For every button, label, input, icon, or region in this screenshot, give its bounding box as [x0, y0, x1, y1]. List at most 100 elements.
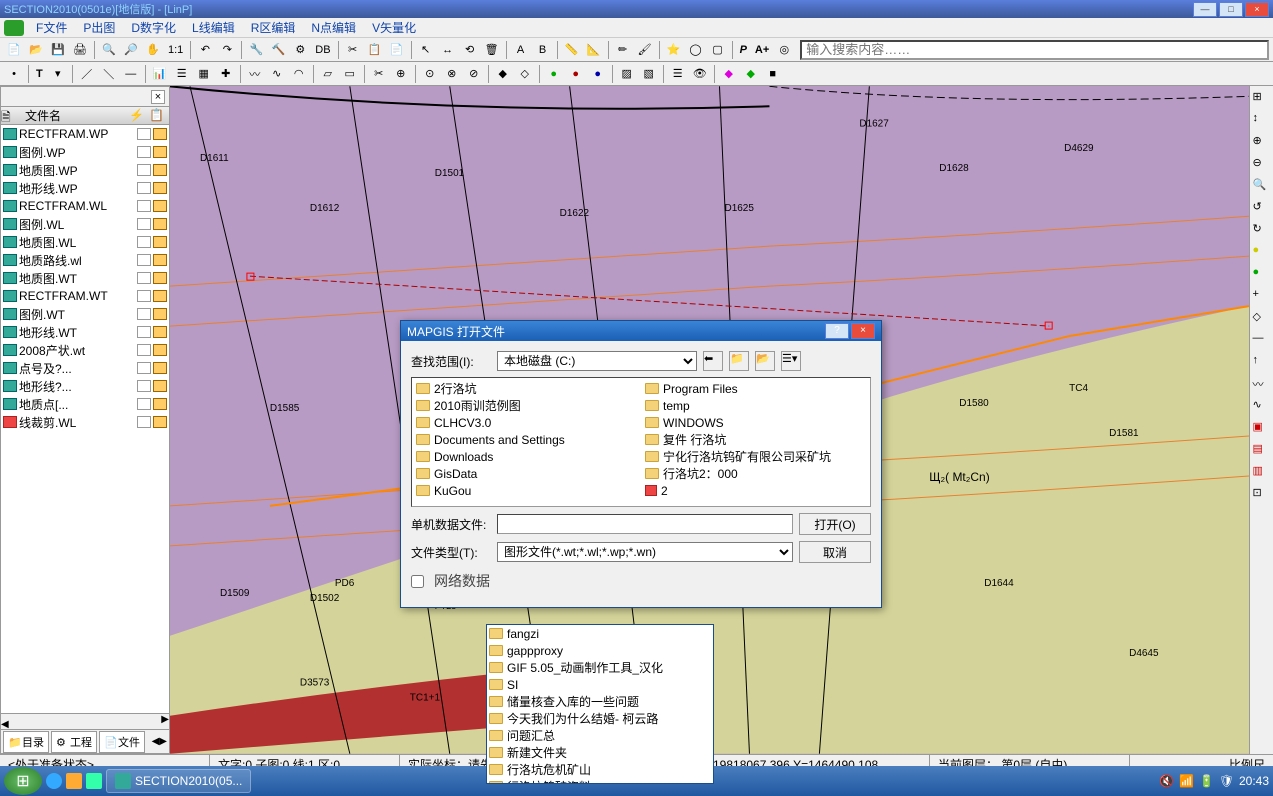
file-row[interactable]: RECTFRAM.WP — [1, 125, 169, 143]
dropdown-item[interactable]: 行洛坑钨矿资料 — [487, 778, 713, 784]
rtool-2-icon[interactable]: ↕ — [1253, 112, 1271, 130]
browser-folder[interactable]: CLHCV3.0 — [414, 414, 639, 431]
nav-view-icon[interactable]: ☰▾ — [781, 351, 801, 371]
tray-icon-2[interactable]: 📶 — [1179, 774, 1193, 788]
dropdown-item[interactable]: 储量核查入库的一些问题 — [487, 693, 713, 710]
list-icon[interactable]: ☰ — [172, 64, 192, 84]
dropdown-item[interactable]: fangzi — [487, 625, 713, 642]
file-row[interactable]: 地形线?... — [1, 377, 169, 395]
poly-icon[interactable]: ▱ — [318, 64, 338, 84]
copy-icon[interactable]: 📋 — [365, 40, 385, 60]
rect-icon[interactable]: ▭ — [340, 64, 360, 84]
file-row[interactable]: 图例.WP — [1, 143, 169, 161]
select-icon[interactable]: ↖ — [416, 40, 436, 60]
node1-icon[interactable]: ◆ — [493, 64, 513, 84]
tray-clock[interactable]: 20:43 — [1239, 774, 1269, 788]
file-list[interactable]: RECTFRAM.WP 图例.WP 地质图.WP 地形线.WP RECTFRAM… — [1, 125, 169, 713]
browser-folder[interactable]: 行洛坑2：000 — [643, 465, 868, 482]
dropdown-item[interactable]: 今天我们为什么结婚- 柯云路 — [487, 710, 713, 727]
square-icon[interactable]: ▢ — [708, 40, 728, 60]
rtool-1-icon[interactable]: ⊞ — [1253, 90, 1271, 108]
snap1-icon[interactable]: ⊙ — [420, 64, 440, 84]
circle-icon[interactable]: ◯ — [686, 40, 706, 60]
move-icon[interactable]: ↔ — [438, 40, 458, 60]
search-input[interactable] — [800, 40, 1269, 60]
browser-folder[interactable]: WINDOWS — [643, 414, 868, 431]
dialog-titlebar[interactable]: MAPGIS 打开文件 ? × — [401, 321, 881, 341]
start-button[interactable]: ⊞ — [4, 767, 42, 795]
dialog-help-button[interactable]: ? — [825, 323, 849, 339]
file-row[interactable]: RECTFRAM.WL — [1, 197, 169, 215]
curve1-icon[interactable]: 〰 — [245, 64, 265, 84]
rtool-12-icon[interactable]: ⊡ — [1253, 486, 1271, 504]
db-label[interactable]: DB — [312, 44, 333, 56]
ratio-label[interactable]: 1:1 — [165, 44, 186, 56]
rtool-6-icon[interactable]: ↺ — [1253, 200, 1271, 218]
save-icon[interactable]: 💾 — [48, 40, 68, 60]
browser-folder[interactable]: 2行洛坑 — [414, 380, 639, 397]
rtool-green-icon[interactable]: ● — [1253, 266, 1271, 284]
taskbar-app-icon[interactable] — [66, 773, 82, 789]
netdata-checkbox[interactable] — [411, 575, 424, 588]
taskbar-app2-icon[interactable] — [86, 773, 102, 789]
aplus-label[interactable]: A+ — [752, 44, 772, 56]
line1-icon[interactable]: ／ — [77, 64, 97, 84]
tab-project[interactable]: ⚙工程 — [51, 731, 97, 753]
browser-file[interactable]: 2 — [643, 482, 868, 499]
chart-icon[interactable]: 📊 — [150, 64, 170, 84]
fill1-icon[interactable]: ▨ — [617, 64, 637, 84]
maximize-button[interactable]: □ — [1219, 2, 1243, 17]
file-row[interactable]: 地形线.WP — [1, 179, 169, 197]
menu-line-edit[interactable]: L线编辑 — [184, 17, 243, 38]
tab-file[interactable]: 📄文件 — [99, 731, 145, 753]
angle-icon[interactable]: 📐 — [584, 40, 604, 60]
nav-up-icon[interactable]: 📁 — [729, 351, 749, 371]
grid-icon[interactable]: ▦ — [194, 64, 214, 84]
green1-icon[interactable]: ● — [544, 64, 564, 84]
dropdown-item[interactable]: GIF 5.05_动画制作工具_汉化 — [487, 659, 713, 676]
snap3-icon[interactable]: ⊘ — [464, 64, 484, 84]
cancel-button[interactable]: 取消 — [799, 541, 871, 563]
rtool-red2-icon[interactable]: ▤ — [1253, 442, 1271, 460]
rtool-yellow-icon[interactable]: ● — [1253, 244, 1271, 262]
rtool-red3-icon[interactable]: ▥ — [1253, 464, 1271, 482]
eye-icon[interactable]: 👁 — [690, 64, 710, 84]
zoom-out-icon[interactable]: 🔎 — [121, 40, 141, 60]
file-row[interactable]: 地形线.WT — [1, 323, 169, 341]
point-icon[interactable]: • — [4, 64, 24, 84]
measure-icon[interactable]: 📏 — [562, 40, 582, 60]
rotate-icon[interactable]: ⟲ — [460, 40, 480, 60]
browser-folder[interactable]: Program Files — [643, 380, 868, 397]
filename-input[interactable] — [497, 514, 793, 534]
rtool-7-icon[interactable]: ↻ — [1253, 222, 1271, 240]
browser-folder[interactable]: Documents and Settings — [414, 431, 639, 448]
browser-folder[interactable]: GisData — [414, 465, 639, 482]
pink-icon[interactable]: ◆ — [719, 64, 739, 84]
zoom-icon[interactable]: 🔍 — [99, 40, 119, 60]
pencil-icon[interactable]: ✏ — [613, 40, 633, 60]
dropdown-item[interactable]: SI — [487, 676, 713, 693]
curve2-icon[interactable]: ∿ — [267, 64, 287, 84]
node2-icon[interactable]: ◇ — [515, 64, 535, 84]
rtool-5-icon[interactable]: 🔍 — [1253, 178, 1271, 196]
tray-icon-4[interactable]: 🛡 — [1219, 774, 1233, 788]
menu-vectorize[interactable]: V矢量化 — [364, 17, 424, 38]
tool-b-icon[interactable]: B — [533, 40, 553, 60]
scissors-icon[interactable]: ✂ — [369, 64, 389, 84]
layer-icon[interactable]: ☰ — [668, 64, 688, 84]
taskbar-app-button[interactable]: SECTION2010(05... — [106, 769, 251, 793]
dialog-close-button[interactable]: × — [851, 323, 875, 339]
browser-folder[interactable]: 宁化行洛坑钨矿有限公司采矿坑 — [643, 448, 868, 465]
menu-point-edit[interactable]: N点编辑 — [303, 17, 364, 38]
dropdown-item[interactable]: 行洛坑危机矿山 — [487, 761, 713, 778]
color3-icon[interactable]: ■ — [763, 64, 783, 84]
file-row[interactable]: 地质图.WL — [1, 233, 169, 251]
file-row[interactable]: 图例.WL — [1, 215, 169, 233]
open-button[interactable]: 打开(O) — [799, 513, 871, 535]
undo-icon[interactable]: ↶ — [195, 40, 215, 60]
paste-icon[interactable]: 📄 — [387, 40, 407, 60]
blue1-icon[interactable]: ● — [588, 64, 608, 84]
menu-file[interactable]: F文件 — [28, 17, 75, 38]
rtool-plus-icon[interactable]: + — [1253, 288, 1271, 306]
file-row[interactable]: 地质图.WP — [1, 161, 169, 179]
